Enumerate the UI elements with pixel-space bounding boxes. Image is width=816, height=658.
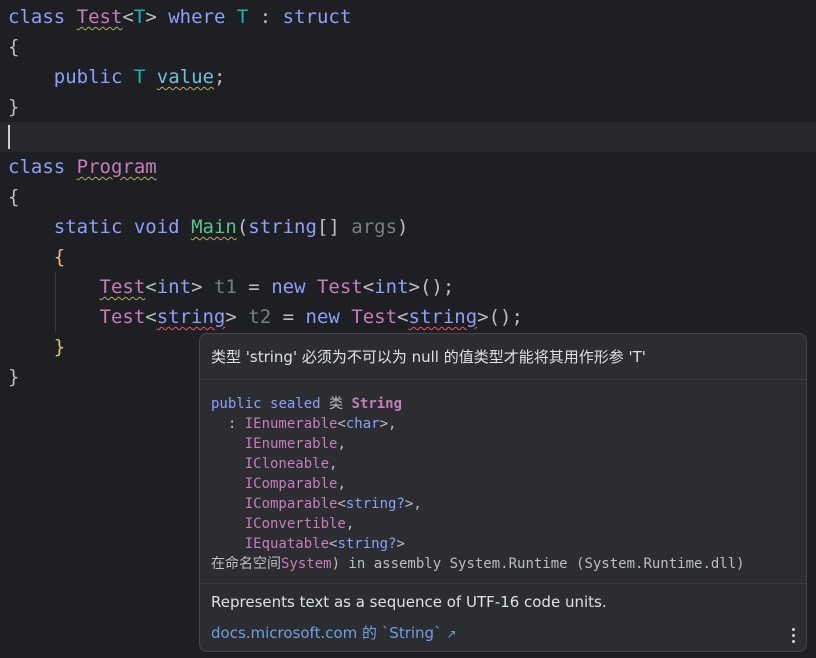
base-interface[interactable]: IComparable [245, 496, 338, 512]
type-test: Test [99, 306, 146, 328]
punct: , [337, 476, 346, 492]
open-brace: { [53, 246, 66, 268]
generic-arg: string? [345, 496, 405, 512]
punct: > [225, 306, 237, 328]
variable-t1: t1 [213, 276, 237, 298]
type-name-string: String [351, 396, 403, 412]
docs-link[interactable]: docs.microsoft.com 的 `String` ↗ [211, 622, 456, 643]
punct: > [191, 276, 203, 298]
keyword-string-error[interactable]: string [157, 306, 226, 328]
keyword-public: public [211, 396, 262, 412]
punct: ) [397, 216, 409, 238]
class-name-test[interactable]: Test [77, 6, 123, 28]
keyword-class: class [8, 6, 66, 28]
code-line-1: class Test<T> where T : struct [0, 2, 816, 32]
kind-label: 类 [329, 396, 344, 412]
generic-arg: string? [337, 536, 397, 552]
type-test[interactable]: Test [100, 276, 146, 298]
punct: < [145, 306, 157, 328]
assembly-info: ) in assembly System.Runtime (System.Run… [331, 556, 745, 572]
type-description: Represents text as a sequence of UTF-16 … [211, 593, 607, 611]
punct: < [122, 6, 134, 28]
code-line-2: { [0, 32, 816, 62]
type-test: Test [316, 276, 363, 298]
punct: : [248, 6, 283, 28]
punct: < [362, 276, 375, 298]
code-line-3: public T value; [0, 62, 816, 92]
punct: < [397, 306, 409, 328]
keyword-string-error[interactable]: string [409, 306, 478, 328]
punct: , [388, 416, 397, 432]
method-main[interactable]: Main [191, 216, 237, 238]
divider [200, 583, 806, 584]
namespace-link[interactable]: System [281, 556, 332, 572]
error-documentation-popup[interactable]: 类型 'string' 必须为不可以为 null 的值类型才能将其用作形参 'T… [199, 333, 807, 652]
punct: , [337, 436, 346, 452]
type-signature: public sealed 类 String : IEnumerable<cha… [211, 396, 745, 572]
base-interface[interactable]: IEnumerable [245, 416, 338, 432]
base-interface[interactable]: ICloneable [245, 456, 329, 472]
type-param-t: T [133, 6, 146, 28]
open-brace: { [8, 36, 20, 58]
close-brace: } [8, 96, 20, 118]
keyword-struct: struct [282, 6, 352, 28]
code-line-11: Test<string> t2 = new Test<string>(); [0, 302, 816, 332]
text-caret [8, 125, 10, 149]
punct: < [145, 276, 157, 298]
code-line-9: { [0, 242, 816, 272]
param-args: args [351, 216, 398, 238]
punct: >(); [408, 276, 455, 298]
keyword-new: new [271, 276, 306, 298]
divider [200, 379, 806, 380]
punct: > [145, 6, 157, 28]
base-interface[interactable]: IConvertible [245, 516, 346, 532]
variable-t2: t2 [248, 306, 272, 328]
close-brace: } [53, 336, 66, 358]
punct: >(); [477, 306, 523, 328]
code-line-7: { [0, 182, 816, 212]
punct: , [345, 516, 355, 532]
keyword-void: void [133, 216, 180, 238]
code-line-10: Test<int> t1 = new Test<int>(); [0, 272, 816, 302]
type-test: Test [351, 306, 398, 328]
punct: = [271, 306, 306, 328]
class-name-program[interactable]: Program [77, 156, 157, 178]
code-line-8: static void Main(string[] args) [0, 212, 816, 242]
punct: ; [213, 66, 226, 88]
punct: ( [236, 216, 249, 238]
keyword-sealed: sealed [270, 396, 321, 412]
open-brace: { [8, 186, 20, 208]
code-line-5-current[interactable] [0, 122, 816, 152]
type-param-t: T [236, 6, 249, 28]
keyword-public: public [53, 66, 123, 88]
punct: , [329, 456, 338, 472]
namespace-prefix: 在命名空间 [211, 556, 281, 572]
generic-arg: char [345, 416, 380, 432]
base-interface[interactable]: IEquatable [245, 536, 329, 552]
close-brace: } [8, 366, 20, 388]
keyword-class: class [8, 156, 66, 178]
keyword-int: int [374, 276, 409, 298]
code-line-6: class Program [0, 152, 816, 182]
base-interface[interactable]: IEnumerable [245, 436, 338, 452]
code-line-4: } [0, 92, 816, 122]
keyword-where: where [156, 6, 237, 28]
punct: [] [316, 216, 352, 238]
keyword-int: int [156, 276, 192, 298]
keyword-string: string [248, 216, 317, 238]
external-link-arrow-icon: ↗ [446, 627, 457, 641]
more-options-icon[interactable] [790, 628, 796, 644]
punct: = [236, 276, 272, 298]
keyword-static: static [53, 216, 123, 238]
error-message: 类型 'string' 必须为不可以为 null 的值类型才能将其用作形参 'T… [211, 348, 646, 366]
keyword-new: new [305, 306, 340, 328]
punct: , [413, 496, 422, 512]
docs-link-text[interactable]: docs.microsoft.com 的 `String` [211, 624, 442, 642]
field-value[interactable]: value [157, 66, 214, 88]
base-interface[interactable]: IComparable [245, 476, 338, 492]
type-param-t: T [133, 66, 146, 88]
